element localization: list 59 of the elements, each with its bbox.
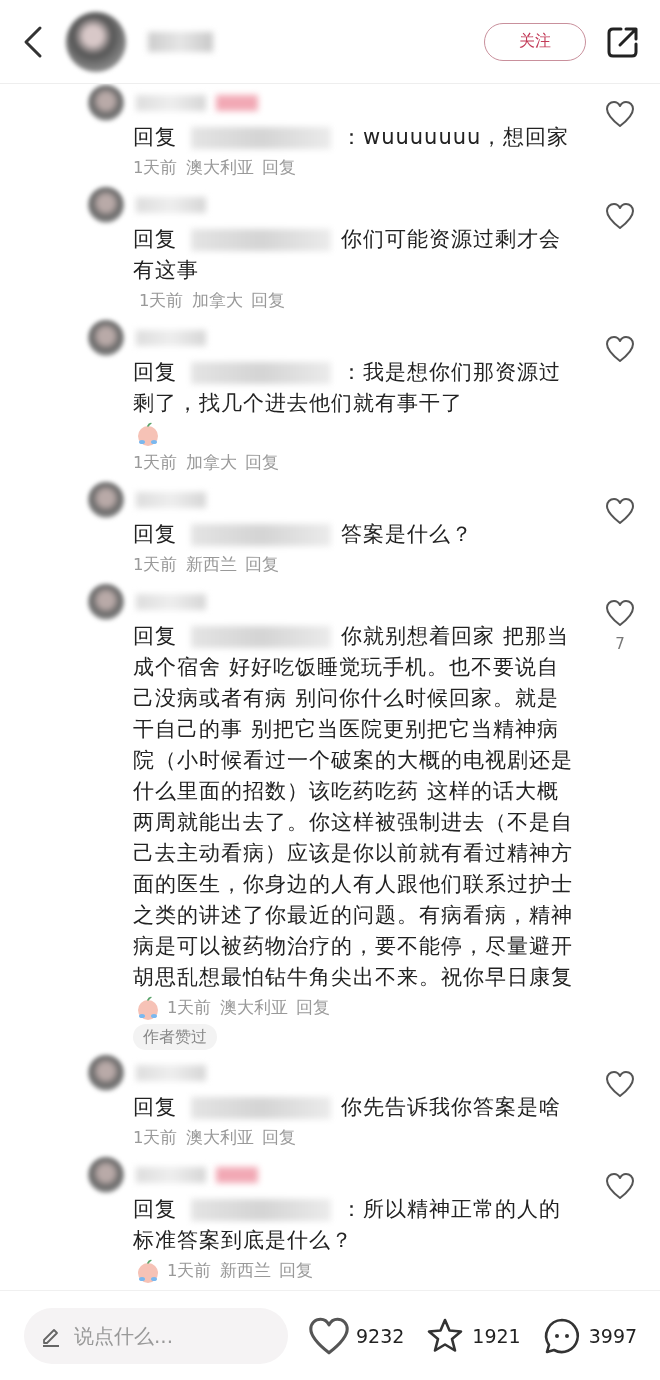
avatar[interactable] — [88, 584, 124, 620]
like-count: 9232 — [356, 1324, 405, 1347]
comment-location: 加拿大 — [191, 291, 243, 310]
like-icon[interactable] — [605, 599, 635, 627]
comment-count: 3997 — [588, 1324, 638, 1347]
reply-link[interactable]: 回复 — [244, 555, 279, 574]
comment-text: 回复 ：所以精神正常的人的标准答案到底是什么？ — [133, 1196, 562, 1254]
like-icon[interactable] — [605, 1070, 635, 1098]
avatar[interactable] — [88, 482, 124, 518]
comment-time: 1天前 — [133, 555, 178, 574]
comment-time: 1天前 — [167, 1261, 212, 1280]
blurred-username — [136, 1167, 206, 1183]
blurred-username — [136, 1065, 206, 1081]
comment-text: 回复 你们可能资源过剩才会有这事 — [133, 226, 562, 284]
like-icon[interactable] — [605, 335, 635, 363]
like-icon[interactable] — [605, 100, 635, 128]
favorite-count: 1921 — [472, 1324, 521, 1347]
avatar[interactable] — [88, 1157, 124, 1193]
comment-location: 新西兰 — [219, 1261, 271, 1280]
avatar[interactable] — [88, 187, 124, 223]
avatar[interactable] — [88, 320, 124, 356]
comment-time: 1天前 — [133, 158, 178, 177]
like-icon[interactable] — [605, 202, 635, 230]
reply-link[interactable]: 回复 — [261, 158, 296, 177]
blurred-username — [136, 594, 206, 610]
blurred-username — [136, 197, 206, 213]
comment-location: 新西兰 — [185, 555, 237, 574]
reply-link[interactable]: 回复 — [250, 291, 285, 310]
blurred-username — [136, 492, 206, 508]
comment-location: 加拿大 — [185, 453, 237, 472]
comment-time: 1天前 — [139, 291, 184, 310]
follow-button[interactable]: 关注 — [484, 22, 586, 61]
reply-link[interactable]: 回复 — [244, 453, 279, 472]
comment-input[interactable]: 说点什么... — [24, 1307, 288, 1364]
comment-text: 回复 你就别想着回家 把那当成个宿舍 好好吃饭睡觉玩手机。也不要说自己没病或者有病 别问你什么时候回家。就是干自己的事 别把它当医院更别把它当精神病院（小时候看过一个破案的大概的电视剧还是什么里面的招数）该吃药吃药 这样的话大概两周就能出去了。你这样被强制进去（不是自己去主动看病）应该是你以前就有看过精神方面的医生，你身边的人有人跟他们联系过护士之类的讲述了你最近的问题。有病看病，精神病是可以被药物治疗的，要不能停，尽量避开胡思乱想最怕钻牛角尖出不来。祝你早日康复 — [133, 623, 574, 991]
blurred-username — [148, 31, 213, 52]
reply-link[interactable]: 回复 — [295, 998, 330, 1017]
reply-link[interactable]: 回复 — [278, 1261, 313, 1280]
comment-text: 回复 你先告诉我你答案是啥 — [133, 1094, 562, 1121]
comment-time: 1天前 — [133, 453, 178, 472]
avatar[interactable] — [88, 1055, 124, 1091]
blurred-username — [136, 95, 206, 111]
comment-location: 澳大利亚 — [219, 998, 288, 1017]
blurred-username — [136, 330, 206, 346]
author-liked-badge: 作者赞过 — [133, 1024, 217, 1050]
comment-location: 澳大利亚 — [185, 1128, 254, 1147]
reply-link[interactable]: 回复 — [261, 1128, 296, 1147]
avatar[interactable] — [66, 11, 126, 72]
comment-location: 澳大利亚 — [185, 158, 254, 177]
avatar[interactable] — [88, 85, 124, 121]
like-count: 7 — [615, 635, 625, 653]
comment-time: 1天前 — [133, 1128, 178, 1147]
comment-text: 回复 答案是什么？ — [133, 521, 474, 548]
like-icon[interactable] — [605, 497, 635, 525]
like-icon[interactable] — [605, 1172, 635, 1200]
comment-text: 回复 ：我是想你们那资源过剩了，找几个进去他们就有事干了 — [133, 359, 562, 417]
comment-text: 回复 ：wuuuuuuu，想回家 — [133, 124, 571, 151]
like-icon[interactable] — [308, 1315, 350, 1356]
comment-time: 1天前 — [167, 998, 212, 1017]
